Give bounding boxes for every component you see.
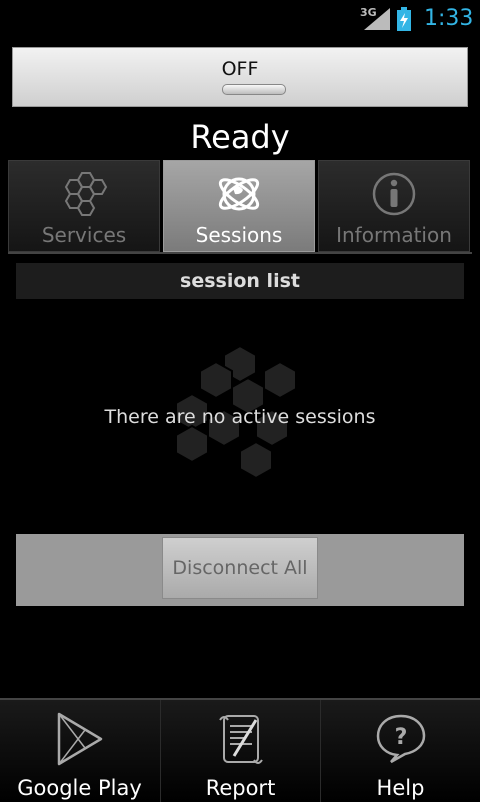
- tab-label: Information: [336, 223, 452, 247]
- session-list: There are no active sessions: [0, 300, 480, 530]
- toggle-label: OFF: [221, 58, 259, 80]
- nav-google-play[interactable]: Google Play: [0, 700, 159, 802]
- tab-label: Services: [41, 223, 127, 247]
- nav-help[interactable]: ? Help: [320, 700, 480, 802]
- nav-label: Report: [205, 776, 276, 800]
- disconnect-all-button[interactable]: Disconnect All: [162, 537, 318, 599]
- tab-underline: [8, 252, 472, 254]
- action-bar: Disconnect All: [16, 534, 464, 606]
- info-icon: [372, 172, 416, 216]
- status-bar: 3G 1:33: [0, 0, 480, 38]
- nav-label: Help: [376, 776, 425, 800]
- tab-sessions[interactable]: Sessions: [163, 160, 315, 252]
- report-scroll-icon: [218, 715, 263, 764]
- tab-services[interactable]: Services: [8, 160, 160, 252]
- svg-text:?: ?: [394, 725, 407, 750]
- signal-icon: [364, 8, 390, 30]
- clock: 1:33: [424, 6, 474, 31]
- session-list-header: session list: [16, 263, 464, 299]
- toggle-indicator: [222, 84, 286, 95]
- power-toggle-button[interactable]: OFF: [12, 47, 468, 107]
- globe-network-icon: [218, 177, 260, 211]
- tab-information[interactable]: Information: [318, 160, 470, 252]
- play-store-icon: [57, 712, 102, 766]
- hexagon-cluster-icon: [64, 172, 108, 216]
- help-bubble-icon: ?: [376, 714, 425, 764]
- tab-label: Sessions: [195, 223, 283, 247]
- empty-message: There are no active sessions: [104, 406, 376, 428]
- nav-label: Google Play: [17, 776, 142, 800]
- bottom-nav: Google Play Report ? Help: [0, 698, 480, 802]
- status-text: Ready: [190, 118, 290, 156]
- nav-report[interactable]: Report: [160, 700, 320, 802]
- tab-bar: Services Sessions Information: [8, 160, 472, 254]
- battery-charging-icon: [397, 7, 411, 31]
